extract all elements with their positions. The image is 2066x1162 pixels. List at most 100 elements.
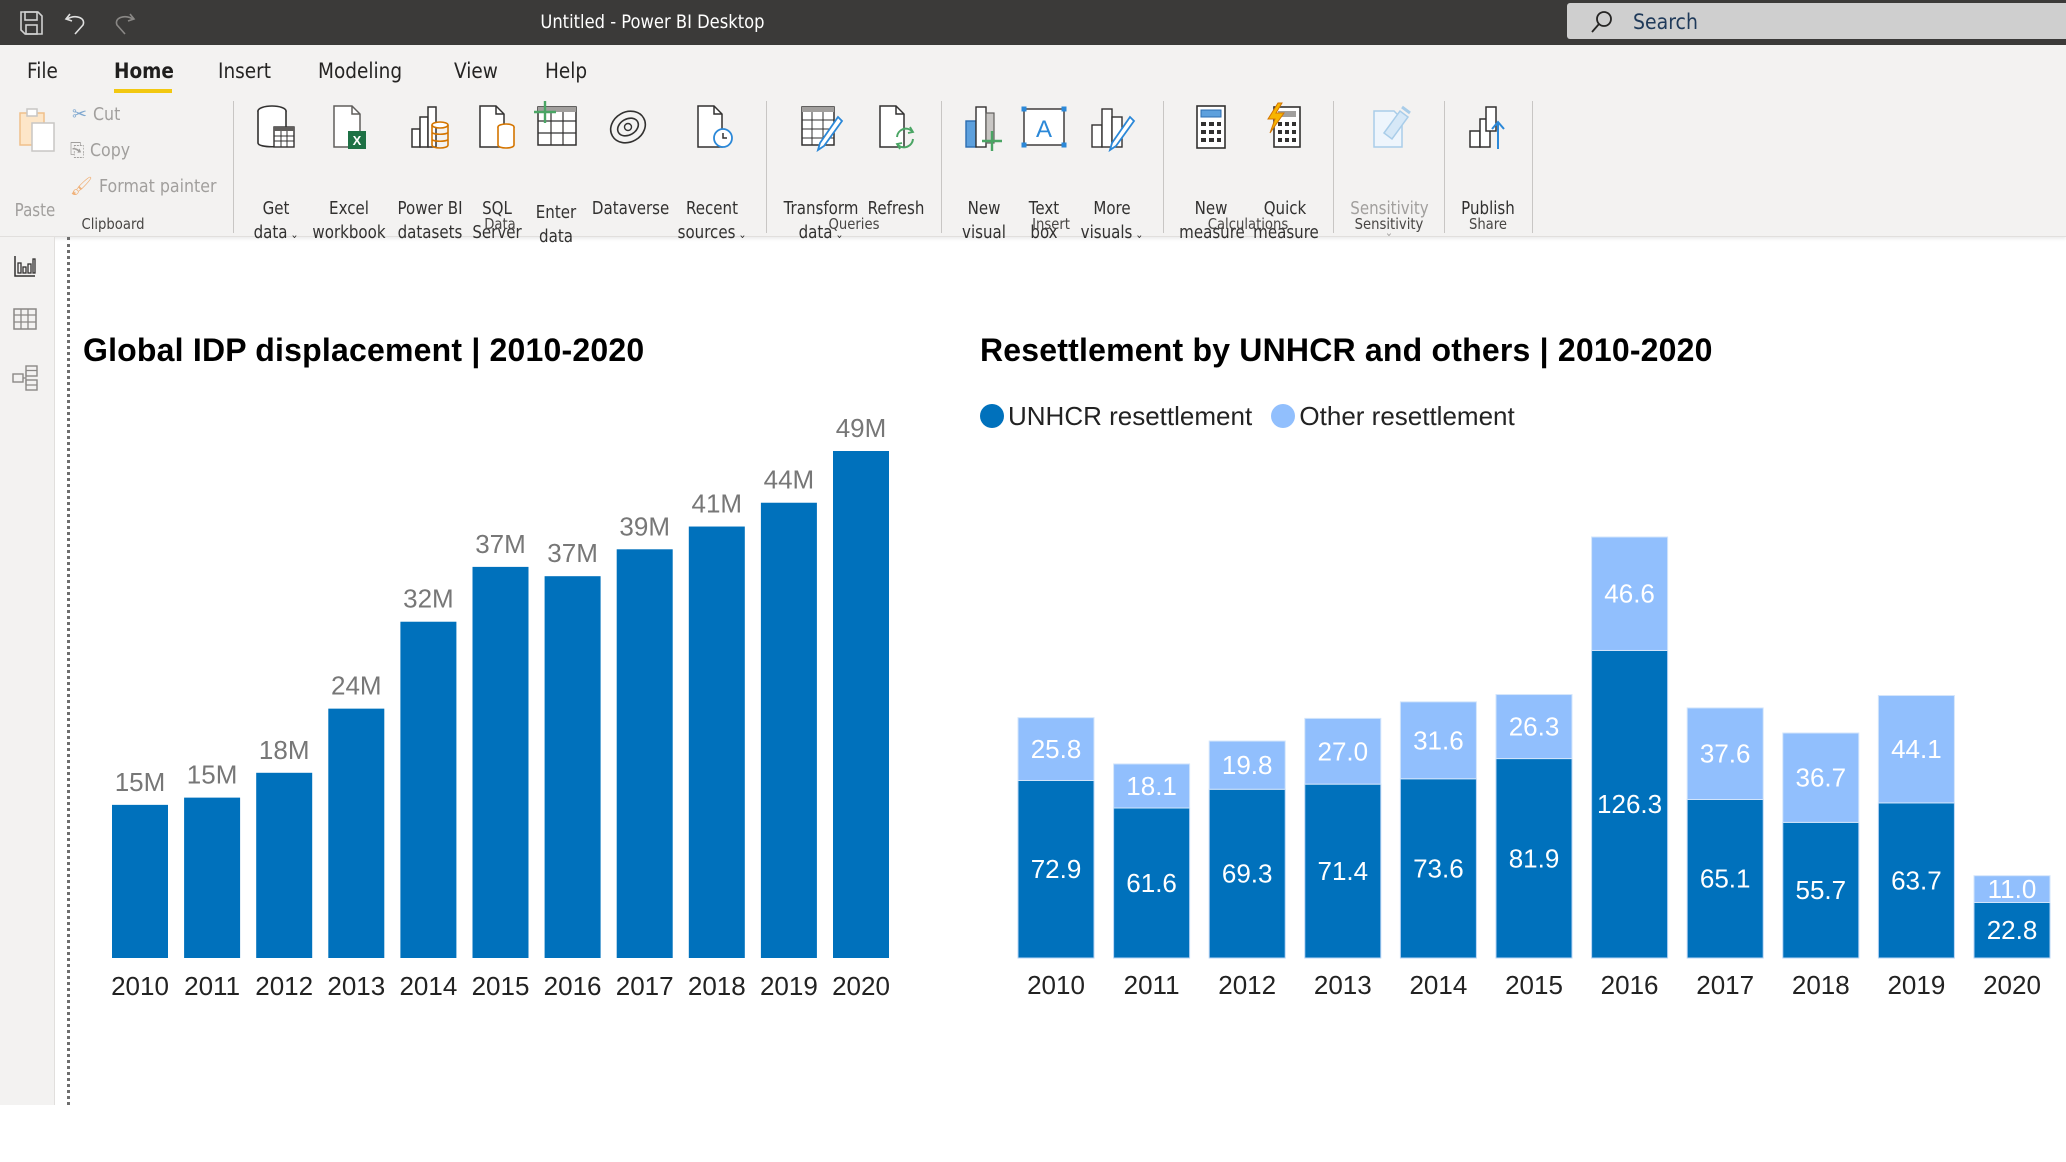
x-tick-label: 2017 <box>616 971 674 1001</box>
data-label: 44M <box>764 465 815 495</box>
text-box-button[interactable]: A Text box <box>1016 103 1072 243</box>
x-tick-label: 2014 <box>399 971 457 1001</box>
data-label-other: 18.1 <box>1126 771 1177 801</box>
window-title: Untitled - Power BI Desktop <box>540 11 765 33</box>
data-label-unhcr: 73.6 <box>1413 853 1464 883</box>
sensitivity-icon <box>1373 105 1411 148</box>
x-tick-label: 2011 <box>184 971 240 1001</box>
x-tick-label: 2018 <box>1792 970 1850 1000</box>
tab-view[interactable]: View <box>454 59 498 83</box>
idp-bar-chart[interactable]: 15M 2010 15M 2011 18M 2012 24M 2013 32M 2014 37M 20… <box>70 390 920 1010</box>
bar-2018[interactable] <box>688 526 745 958</box>
x-tick-label: 2019 <box>1887 970 1945 1000</box>
bar-2012[interactable] <box>256 772 313 958</box>
data-label-unhcr: 126.3 <box>1597 789 1662 819</box>
transform-data-button[interactable]: Transform data ⌄ <box>776 103 866 243</box>
get-data-button[interactable]: Get data ⌄ <box>244 103 308 243</box>
tab-insert[interactable]: Insert <box>218 59 271 83</box>
calculator-icon <box>1196 105 1226 149</box>
bar-2014[interactable] <box>400 621 457 958</box>
x-tick-label: 2016 <box>1601 970 1659 1000</box>
copy-icon: ⎘ <box>70 140 85 161</box>
x-tick-label: 2017 <box>1696 970 1754 1000</box>
sql-server-icon <box>479 105 515 149</box>
excel-workbook-button[interactable]: X Excel workbook <box>306 103 392 243</box>
data-label-other: 19.8 <box>1222 750 1273 780</box>
recent-label-1: Recent <box>685 199 739 219</box>
more-visuals-label-2: visuals ⌄ <box>1079 221 1144 247</box>
data-label: 49M <box>836 413 887 443</box>
tab-file[interactable]: File <box>27 59 58 83</box>
bar-chart-icon[interactable] <box>12 253 38 279</box>
model-icon[interactable] <box>12 365 38 391</box>
x-tick-label: 2011 <box>1124 970 1180 1000</box>
x-tick-label: 2012 <box>1218 970 1276 1000</box>
data-label-other: 36.7 <box>1795 763 1846 793</box>
enter-data-icon <box>534 101 577 146</box>
x-tick-label: 2016 <box>544 971 602 1001</box>
x-tick-label: 2013 <box>1314 970 1372 1000</box>
ribbon-separator <box>1444 101 1445 233</box>
legend-dot-unhcr <box>980 404 1004 428</box>
chart-title-resettlement: Resettlement by UNHCR and others | 2010-… <box>980 332 1713 368</box>
tab-help[interactable]: Help <box>545 59 587 83</box>
legend-item-other[interactable]: Other resettlement <box>1271 401 1515 431</box>
bar-2020[interactable] <box>833 451 889 958</box>
dataverse-button[interactable]: Dataverse <box>586 103 670 223</box>
svg-text:X: X <box>353 133 362 148</box>
sql-server-button[interactable]: SQL Server <box>468 103 526 243</box>
more-visuals-button[interactable]: More visuals ⌄ <box>1074 103 1150 243</box>
bar-2010[interactable] <box>112 804 168 958</box>
bar-2013[interactable] <box>328 708 385 958</box>
group-label-clipboard: Clipboard <box>81 215 145 233</box>
legend-item-unhcr[interactable]: UNHCR resettlement <box>980 401 1259 431</box>
data-label: 24M <box>331 671 382 701</box>
bar-2011[interactable] <box>184 797 241 958</box>
data-label-unhcr: 71.4 <box>1317 856 1368 886</box>
data-label: 37M <box>475 529 526 559</box>
enter-data-button[interactable]: Enter data <box>528 101 584 247</box>
ribbon-separator <box>1532 101 1533 233</box>
search-input[interactable]: Search <box>1567 3 2066 39</box>
undo-icon[interactable] <box>62 8 92 38</box>
transform-data-icon <box>801 106 844 153</box>
publish-button[interactable]: Publish <box>1452 103 1524 223</box>
ribbon-separator <box>1333 101 1334 233</box>
table-icon[interactable] <box>12 306 38 332</box>
sensitivity-button[interactable]: Sensitivity ⌄ <box>1344 103 1434 239</box>
paste-button[interactable]: Paste <box>4 105 66 225</box>
quick-measure-button[interactable]: Quick measure <box>1248 102 1322 243</box>
tab-modeling[interactable]: Modeling <box>318 59 402 83</box>
bar-2017[interactable] <box>616 549 673 958</box>
bar-2015[interactable] <box>472 566 529 958</box>
format-painter-button[interactable]: 🖌 Format painter <box>70 176 232 197</box>
recent-sources-button[interactable]: Recent sources ⌄ <box>672 103 752 243</box>
power-bi-datasets-button[interactable]: Power BI datasets <box>390 103 470 243</box>
x-tick-label: 2020 <box>832 971 890 1001</box>
new-measure-button[interactable]: New measure <box>1174 103 1248 243</box>
chart-legend: UNHCR resettlement Other resettlement <box>980 401 1515 432</box>
resettlement-stacked-bar-chart[interactable]: 72.9 25.8 2010 61.6 18.1 2011 69.3 19.8 2012 71.4… <box>990 440 2066 1020</box>
data-label-unhcr: 22.8 <box>1987 915 2038 945</box>
bar-2016[interactable] <box>544 576 601 958</box>
x-tick-label: 2019 <box>760 971 818 1001</box>
new-visual-button[interactable]: New visual <box>954 103 1014 243</box>
data-label-unhcr: 65.1 <box>1700 864 1751 894</box>
datasets-icon <box>411 106 449 149</box>
dataverse-label: Dataverse <box>591 199 670 219</box>
copy-button[interactable]: ⎘ Copy <box>70 140 136 161</box>
data-label-other: 44.1 <box>1891 734 1942 764</box>
cut-button[interactable]: ✂ Cut <box>72 104 124 125</box>
more-visuals-label-2-text: visuals <box>1080 223 1133 243</box>
x-tick-label: 2014 <box>1409 970 1467 1000</box>
bar-2019[interactable] <box>760 502 817 958</box>
data-label-other: 11.0 <box>1988 874 2037 904</box>
tab-home[interactable]: Home <box>114 59 174 83</box>
excel-label-1: Excel <box>329 199 369 219</box>
save-icon[interactable] <box>16 8 46 38</box>
data-label-unhcr: 69.3 <box>1222 859 1273 889</box>
legend-label-unhcr: UNHCR resettlement <box>1008 401 1253 431</box>
refresh-button[interactable]: Refresh <box>862 103 930 223</box>
paintbrush-icon: 🖌 <box>70 176 93 197</box>
paste-label: Paste <box>14 201 56 221</box>
